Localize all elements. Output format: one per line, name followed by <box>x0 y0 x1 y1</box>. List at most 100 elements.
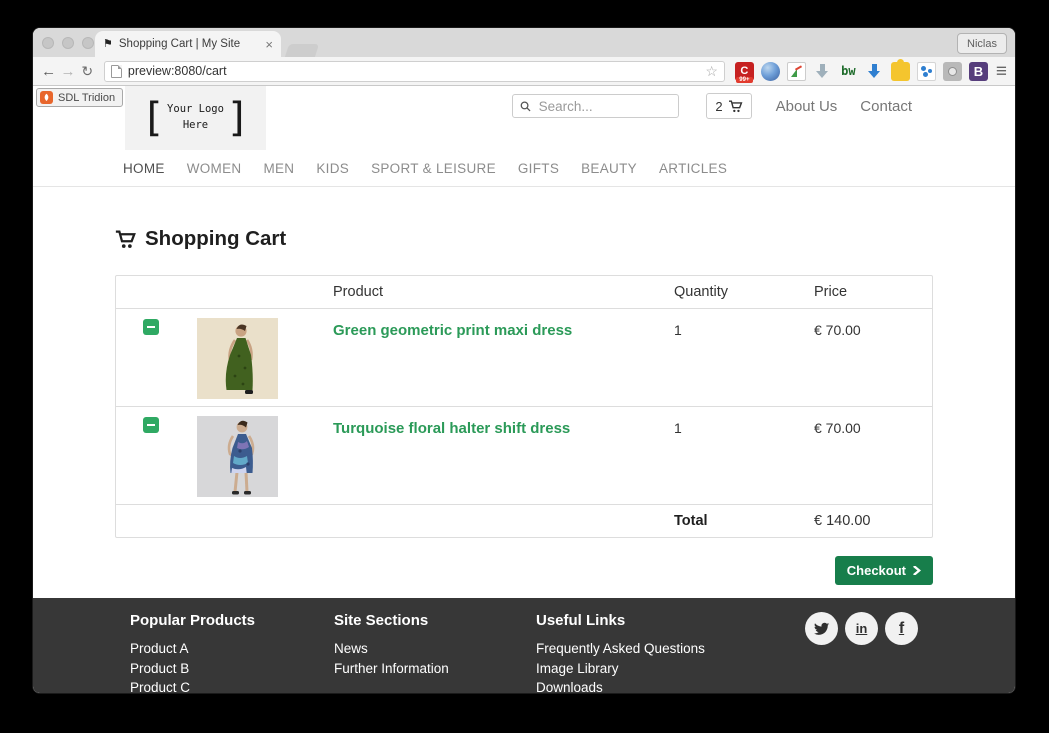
product-link[interactable]: Turquoise floral halter shift dress <box>333 420 570 437</box>
bw-extension-icon[interactable]: bw <box>839 62 858 81</box>
footer-link[interactable]: Further Information <box>334 659 521 679</box>
remove-item-button[interactable] <box>143 417 159 433</box>
page-icon <box>111 65 122 78</box>
nav-item-sport-leisure[interactable]: SPORT & LEISURE <box>371 161 496 176</box>
tab-title: Shopping Cart | My Site <box>119 38 260 50</box>
site-logo[interactable]: [ Your LogoHere ] <box>125 86 266 150</box>
forward-icon[interactable]: → <box>58 64 77 79</box>
nav-item-kids[interactable]: KIDS <box>316 161 349 176</box>
download-gray-extension-icon[interactable] <box>813 62 832 81</box>
browser-menu-icon[interactable]: ≡ <box>996 62 1007 81</box>
item-price: € 70.00 <box>814 322 934 338</box>
zoom-window-button[interactable] <box>82 37 94 49</box>
footer-link[interactable]: Product B <box>130 659 319 679</box>
main-nav: HOME WOMEN MEN KIDS SPORT & LEISURE GIFT… <box>115 151 933 186</box>
logo-bracket-right: ] <box>226 98 250 138</box>
logo-bracket-left: [ <box>141 98 165 138</box>
bookmark-star-icon[interactable]: ☆ <box>705 64 718 78</box>
shopping-cart-icon <box>115 229 136 250</box>
cart-item-row: Turquoise floral halter shift dress 1 € … <box>116 407 932 505</box>
footer-link[interactable]: News <box>334 639 521 659</box>
nav-item-articles[interactable]: ARTICLES <box>659 161 727 176</box>
logo-text: Your LogoHere <box>167 102 224 134</box>
column-header-quantity: Quantity <box>674 276 814 308</box>
facebook-icon[interactable]: f <box>885 612 918 645</box>
footer-link[interactable]: Product A <box>130 639 319 659</box>
nav-item-home[interactable]: HOME <box>123 161 165 176</box>
footer-link[interactable]: Downloads <box>536 678 791 693</box>
extensions-row: C 99+ bw B <box>735 62 988 81</box>
sdl-tridion-icon <box>40 91 53 104</box>
profile-button[interactable]: Niclas <box>957 33 1007 54</box>
footer-link[interactable]: Product C <box>130 678 319 693</box>
window-controls <box>42 37 94 49</box>
sdl-tridion-label: SDL Tridion <box>58 92 115 104</box>
site-header: [ Your LogoHere ] 2 About Us Contact <box>115 86 933 150</box>
cart-item-row: Green geometric print maxi dress 1 € 70.… <box>116 309 932 407</box>
extension-c-label: C <box>740 65 748 77</box>
main-nav-wrap: HOME WOMEN MEN KIDS SPORT & LEISURE GIFT… <box>33 151 1015 187</box>
footer-link[interactable]: Image Library <box>536 659 791 679</box>
footer-useful-links: Useful Links Frequently Asked Questions … <box>521 612 791 693</box>
tab-close-icon[interactable]: × <box>265 38 273 51</box>
page-content: SDL Tridion [ Your LogoHere ] 2 <box>33 86 1015 693</box>
nav-item-gifts[interactable]: GIFTS <box>518 161 559 176</box>
total-value: € 140.00 <box>814 513 934 529</box>
product-image-turquoise-shift-dress[interactable] <box>197 416 278 497</box>
camera-extension-icon[interactable] <box>943 62 962 81</box>
product-link[interactable]: Green geometric print maxi dress <box>333 322 572 339</box>
footer-heading: Useful Links <box>536 612 791 629</box>
social-links: in f <box>805 612 933 693</box>
total-label: Total <box>674 513 814 529</box>
url-text: preview:8080/cart <box>128 64 699 78</box>
search-box[interactable] <box>512 94 679 118</box>
column-header-product: Product <box>333 276 674 308</box>
cart-count: 2 <box>715 99 722 114</box>
column-header-price: Price <box>814 276 934 308</box>
puzzle-extension-icon[interactable] <box>891 62 910 81</box>
chart-extension-icon[interactable] <box>787 62 806 81</box>
nav-item-women[interactable]: WOMEN <box>187 161 242 176</box>
cart-table-header: Product Quantity Price <box>116 276 932 309</box>
bootstrap-extension-icon[interactable]: B <box>969 62 988 81</box>
search-input[interactable] <box>537 98 672 115</box>
browser-tab[interactable]: ⚑ Shopping Cart | My Site × <box>95 31 281 57</box>
footer-heading: Site Sections <box>334 612 521 629</box>
cart-table: Product Quantity Price <box>115 275 933 538</box>
twitter-icon[interactable] <box>805 612 838 645</box>
product-image-green-maxi-dress[interactable] <box>197 318 278 399</box>
footer-popular-products: Popular Products Product A Product B Pro… <box>115 612 319 693</box>
download-blue-extension-icon[interactable] <box>865 62 884 81</box>
reload-icon[interactable]: ↻ <box>78 64 97 78</box>
nav-item-men[interactable]: MEN <box>263 161 294 176</box>
linkedin-icon[interactable]: in <box>845 612 878 645</box>
minimize-window-button[interactable] <box>62 37 74 49</box>
chevron-right-icon <box>912 566 921 575</box>
site-footer: Popular Products Product A Product B Pro… <box>33 598 1015 693</box>
page-title-text: Shopping Cart <box>145 227 286 251</box>
item-quantity: 1 <box>674 322 814 338</box>
contact-link[interactable]: Contact <box>860 98 912 115</box>
browser-window: ⚑ Shopping Cart | My Site × Niclas ← → ↻… <box>33 28 1015 693</box>
dots-extension-icon[interactable] <box>917 62 936 81</box>
new-tab-button[interactable] <box>285 44 319 57</box>
footer-link[interactable]: Frequently Asked Questions <box>536 639 791 659</box>
address-bar[interactable]: preview:8080/cart ☆ <box>104 61 725 82</box>
cart-icon <box>728 100 743 113</box>
item-quantity: 1 <box>674 420 814 436</box>
item-price: € 70.00 <box>814 420 934 436</box>
sdl-tridion-badge[interactable]: SDL Tridion <box>36 88 123 107</box>
back-icon[interactable]: ← <box>39 64 58 79</box>
search-icon <box>520 100 531 113</box>
globe-extension-icon[interactable] <box>761 62 780 81</box>
nav-item-beauty[interactable]: BEAUTY <box>581 161 637 176</box>
extension-c-icon[interactable]: C 99+ <box>735 62 754 81</box>
remove-item-button[interactable] <box>143 319 159 335</box>
checkout-button[interactable]: Checkout <box>835 556 933 585</box>
extension-c-badge: 99+ <box>736 77 753 83</box>
close-window-button[interactable] <box>42 37 54 49</box>
cart-total-row: Total € 140.00 <box>116 505 932 537</box>
header-cart-button[interactable]: 2 <box>706 93 751 119</box>
browser-toolbar: ← → ↻ preview:8080/cart ☆ C 99+ bw B ≡ <box>33 57 1015 86</box>
about-us-link[interactable]: About Us <box>776 98 838 115</box>
